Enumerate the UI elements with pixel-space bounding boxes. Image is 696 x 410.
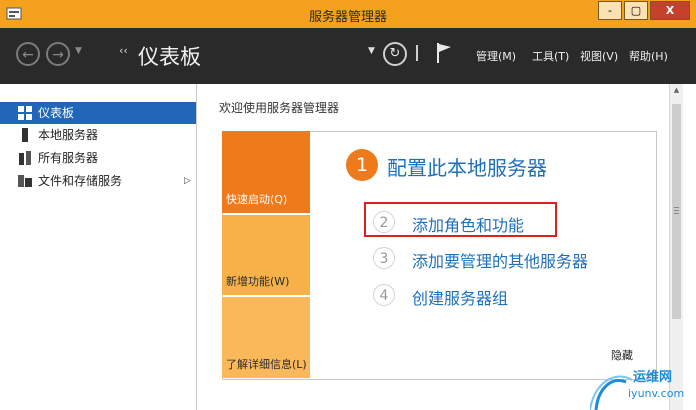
title-bar: 服务器管理器 - ▢ X: [0, 0, 696, 28]
watermark-url: iyunv.com: [628, 387, 685, 400]
window-title: 服务器管理器: [308, 10, 387, 25]
step-number-badge: 4: [373, 284, 395, 306]
sidebar-item-label: 文件和存储服务: [38, 174, 123, 188]
page-title: 仪表板: [138, 45, 201, 69]
menu-tools[interactable]: 工具(T): [532, 48, 569, 64]
scrollbar-grip: [674, 210, 679, 211]
watermark-text: 运维网: [633, 370, 673, 385]
create-server-group-link[interactable]: 创建服务器组: [412, 285, 508, 309]
sidebar-item-all-servers[interactable]: 所有服务器: [0, 147, 196, 169]
server-icon: [22, 128, 28, 142]
welcome-heading: 欢迎使用服务器管理器: [219, 101, 340, 115]
storage-icon: [18, 175, 32, 187]
scroll-up-arrow-icon[interactable]: ▲: [670, 86, 683, 94]
add-roles-features-link[interactable]: 添加角色和功能: [412, 212, 524, 236]
dashboard-icon: [18, 106, 32, 120]
history-dropdown-icon[interactable]: ▼: [75, 46, 82, 56]
scrollbar-thumb[interactable]: [672, 104, 681, 319]
menu-manage[interactable]: 管理(M): [476, 48, 516, 64]
add-other-servers-link[interactable]: 添加要管理的其他服务器: [412, 248, 588, 272]
step-number-badge: 1: [346, 149, 378, 181]
toolbar-divider: [416, 45, 418, 61]
sidebar-item-label: 仪表板: [38, 106, 75, 120]
back-arrow-icon[interactable]: ←: [16, 42, 40, 66]
sidebar-item-local-server[interactable]: 本地服务器: [0, 124, 196, 146]
menu-help[interactable]: 帮助(H): [629, 48, 668, 64]
breadcrumb-arrow: ‹‹: [119, 44, 128, 57]
breadcrumb-dropdown-icon[interactable]: ▼: [368, 46, 375, 56]
sidebar-item-file-storage[interactable]: 文件和存储服务 ▷: [0, 170, 196, 192]
tile-label: 新增功能(W): [226, 275, 290, 288]
refresh-icon[interactable]: ↻: [383, 42, 407, 66]
scrollbar-grip: [674, 213, 679, 214]
maximize-button[interactable]: ▢: [624, 1, 648, 20]
servers-icon: [19, 151, 31, 165]
step-number-badge: 2: [373, 211, 395, 233]
scrollbar-grip: [674, 207, 679, 208]
tile-whats-new[interactable]: 新增功能(W): [222, 215, 310, 295]
close-button[interactable]: X: [650, 1, 690, 20]
forward-arrow-icon[interactable]: →: [46, 42, 70, 66]
notifications-flag-icon[interactable]: [435, 42, 453, 64]
minimize-button[interactable]: -: [598, 1, 622, 20]
tile-learn-more[interactable]: 了解详细信息(L): [222, 297, 310, 378]
sidebar-item-label: 本地服务器: [38, 128, 99, 142]
tile-label: 了解详细信息(L): [226, 358, 307, 371]
sidebar-item-label: 所有服务器: [38, 151, 99, 165]
tile-label: 快速启动(Q): [226, 193, 288, 206]
configure-local-server-link[interactable]: 配置此本地服务器: [387, 152, 547, 181]
menu-view[interactable]: 视图(V): [580, 48, 618, 64]
expand-arrow-icon[interactable]: ▷: [184, 170, 191, 192]
sidebar-item-dashboard[interactable]: 仪表板: [0, 102, 196, 124]
tile-quick-start[interactable]: 快速启动(Q): [222, 131, 310, 213]
step-number-badge: 3: [373, 247, 395, 269]
